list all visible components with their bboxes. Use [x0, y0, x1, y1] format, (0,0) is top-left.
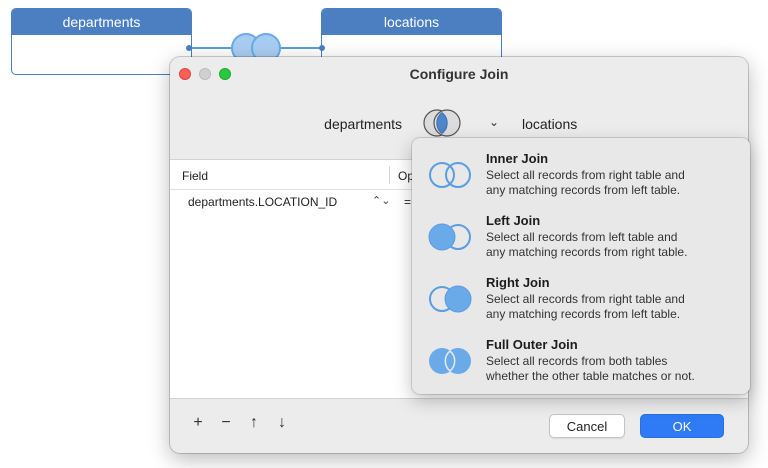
description-line: any matching records from right table. — [486, 245, 688, 259]
table-header: locations — [322, 9, 501, 35]
move-down-button[interactable]: ↓ — [275, 414, 289, 432]
stepper-icon[interactable]: ⌃⌄ — [372, 194, 390, 207]
operator-value[interactable]: = — [404, 195, 411, 209]
menu-item-description: Select all records from right table and … — [486, 168, 744, 198]
table-box-departments[interactable]: departments — [11, 8, 192, 75]
menu-item-title: Left Join — [486, 213, 541, 228]
venn-inner-icon[interactable] — [422, 107, 462, 139]
ok-button[interactable]: OK — [640, 414, 724, 438]
left-table-name: departments — [324, 116, 402, 132]
field-value[interactable]: departments.LOCATION_ID — [188, 195, 337, 209]
dialog-title: Configure Join — [409, 66, 509, 82]
right-table-name: locations — [522, 116, 578, 132]
menu-item-title: Full Outer Join — [486, 337, 578, 352]
add-row-button[interactable]: + — [191, 414, 205, 432]
menu-item-left-join[interactable]: Left Join Select all records from left t… — [412, 202, 750, 264]
venn-left-icon — [428, 223, 471, 251]
menu-item-full-outer-join[interactable]: Full Outer Join Select all records from … — [412, 326, 750, 388]
dialog-footer: + − ↑ ↓ Cancel OK — [170, 399, 748, 453]
description-line: any matching records from left table. — [486, 183, 681, 197]
venn-full-icon — [429, 348, 471, 374]
move-up-button[interactable]: ↑ — [247, 414, 261, 432]
description-line: whether the other table matches or not. — [486, 369, 695, 383]
title-bar: Configure Join — [170, 57, 748, 91]
table-header: departments — [12, 9, 191, 35]
menu-item-inner-join[interactable]: Inner Join Select all records from right… — [412, 140, 750, 202]
menu-item-right-join[interactable]: Right Join Select all records from right… — [412, 264, 750, 326]
menu-item-description: Select all records from left table and a… — [486, 230, 744, 260]
menu-item-description: Select all records from both tables whet… — [486, 354, 744, 384]
column-divider — [389, 166, 390, 184]
description-line: Select all records from left table and — [486, 230, 678, 244]
venn-inner-icon — [429, 162, 471, 188]
description-line: Select all records from both tables — [486, 354, 668, 368]
description-line: Select all records from right table and — [486, 292, 685, 306]
chevron-down-icon[interactable]: ⌄ — [489, 115, 499, 129]
menu-item-title: Inner Join — [486, 151, 549, 166]
cancel-button[interactable]: Cancel — [549, 414, 625, 438]
column-field[interactable]: Field — [182, 169, 208, 183]
row-tools: + − ↑ ↓ — [191, 414, 289, 432]
menu-item-title: Right Join — [486, 275, 550, 290]
description-line: Select all records from right table and — [486, 168, 685, 182]
description-line: any matching records from left table. — [486, 307, 681, 321]
join-type-menu: Inner Join Select all records from right… — [412, 138, 750, 394]
venn-right-icon — [429, 285, 472, 313]
canvas: departments locations Configure Join dep… — [0, 0, 768, 468]
remove-row-button[interactable]: − — [219, 414, 233, 432]
menu-item-description: Select all records from right table and … — [486, 292, 744, 322]
